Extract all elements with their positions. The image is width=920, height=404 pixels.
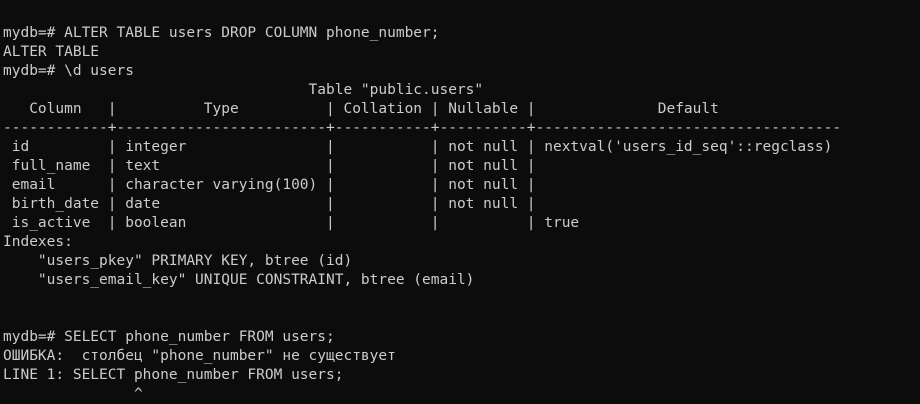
table-caption: Table "public.users" <box>3 82 484 98</box>
table-row-id: id | integer | | not null | nextval('use… <box>3 139 833 155</box>
command-describe-users: mydb=# \d users <box>3 63 134 79</box>
index-users-pkey: "users_pkey" PRIMARY KEY, btree (id) <box>3 253 353 269</box>
table-separator: ------------+------------------------+--… <box>3 120 842 136</box>
table-row-birth-date: birth_date | date | | not null | <box>3 196 536 212</box>
command-alter-table: mydb=# ALTER TABLE users DROP COLUMN pho… <box>3 25 440 41</box>
error-caret: ^ <box>3 386 143 402</box>
table-row-email: email | character varying(100) | | not n… <box>3 177 536 193</box>
command-select-phone-number: mydb=# SELECT phone_number FROM users; <box>3 329 335 345</box>
table-row-is-active: is_active | boolean | | | true <box>3 215 580 231</box>
indexes-heading: Indexes: <box>3 234 73 250</box>
table-header: Column | Type | Collation | Nullable | D… <box>3 101 719 117</box>
terminal-window[interactable]: mydb=# ALTER TABLE users DROP COLUMN pho… <box>0 0 920 402</box>
error-line-context: LINE 1: SELECT phone_number FROM users; <box>3 367 344 383</box>
index-users-email-key: "users_email_key" UNIQUE CONSTRAINT, btr… <box>3 272 475 288</box>
output-alter-table: ALTER TABLE <box>3 44 100 60</box>
table-row-full-name: full_name | text | | not null | <box>3 158 536 174</box>
error-message: ОШИБКА: столбец "phone_number" не сущест… <box>3 348 396 364</box>
